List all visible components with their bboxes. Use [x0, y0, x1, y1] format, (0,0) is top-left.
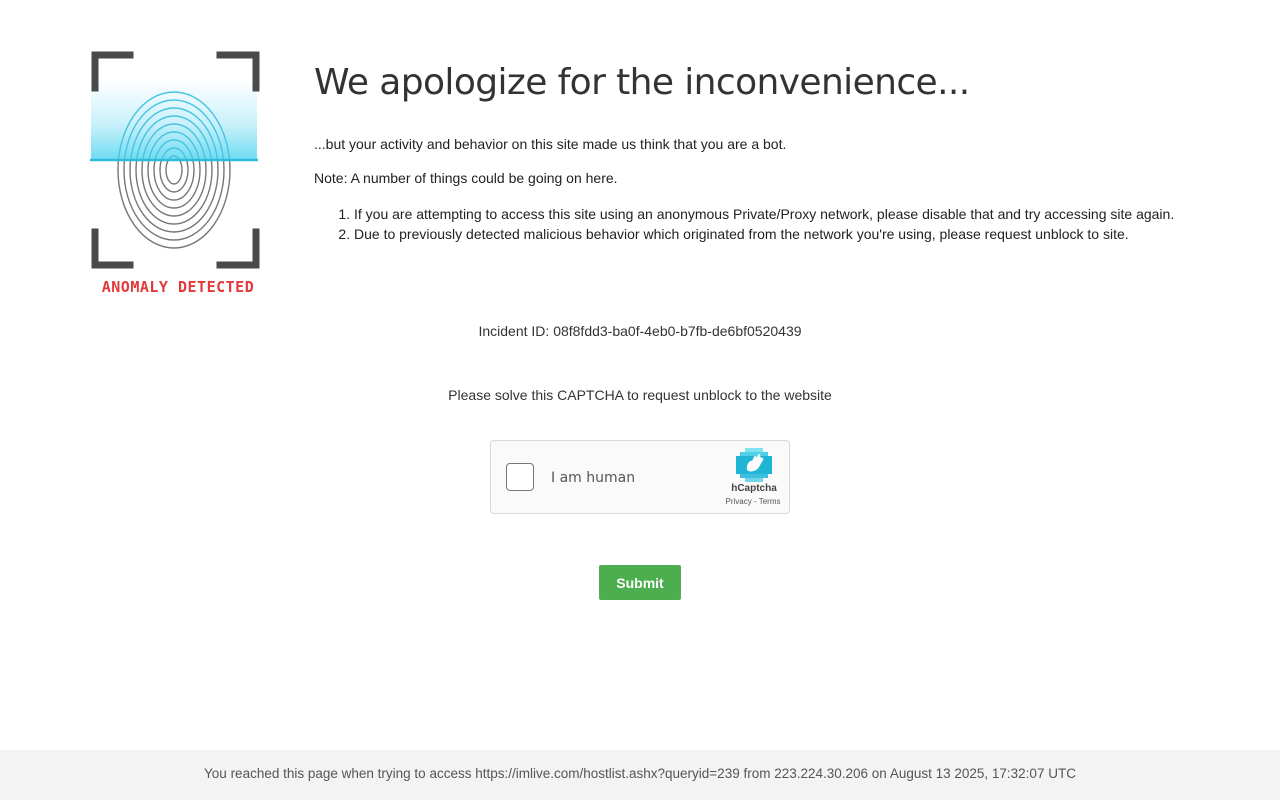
incident-id: Incident ID: 08f8fdd3-ba0f-4eb0-b7fb-de6…: [478, 323, 802, 339]
anomaly-detected-caption: ANOMALY DETECTED: [101, 278, 255, 296]
i-am-human-checkbox[interactable]: [506, 463, 534, 491]
note-text: Note: A number of things could be going …: [314, 170, 618, 186]
captcha-prompt: Please solve this CAPTCHA to request unb…: [448, 387, 832, 403]
hcaptcha-brand: hCaptcha: [731, 483, 777, 494]
hcaptcha-logo-icon: [736, 448, 772, 482]
hcaptcha-links: Privacy - Terms: [711, 497, 795, 506]
privacy-link[interactable]: Privacy: [726, 497, 752, 506]
submit-button[interactable]: Submit: [599, 565, 681, 600]
terms-link[interactable]: Terms: [759, 497, 781, 506]
anomaly-logo: ANOMALY DETECTED: [90, 50, 266, 300]
i-am-human-label: I am human: [551, 470, 636, 486]
fingerprint-icon: [90, 51, 260, 269]
hcaptcha-widget: I am human hCaptcha Privacy - Terms: [490, 440, 790, 514]
reason-item-malicious: Due to previously detected malicious beh…: [354, 224, 1254, 244]
reason-item-proxy: If you are attempting to access this sit…: [354, 204, 1254, 224]
access-info-text: You reached this page when trying to acc…: [204, 766, 1076, 781]
reasons-list: If you are attempting to access this sit…: [314, 204, 1254, 244]
bot-explanation-text: ...but your activity and behavior on thi…: [314, 136, 787, 152]
links-separator: -: [751, 497, 759, 506]
page-title: We apologize for the inconvenience...: [314, 62, 970, 103]
footer: You reached this page when trying to acc…: [0, 750, 1280, 800]
